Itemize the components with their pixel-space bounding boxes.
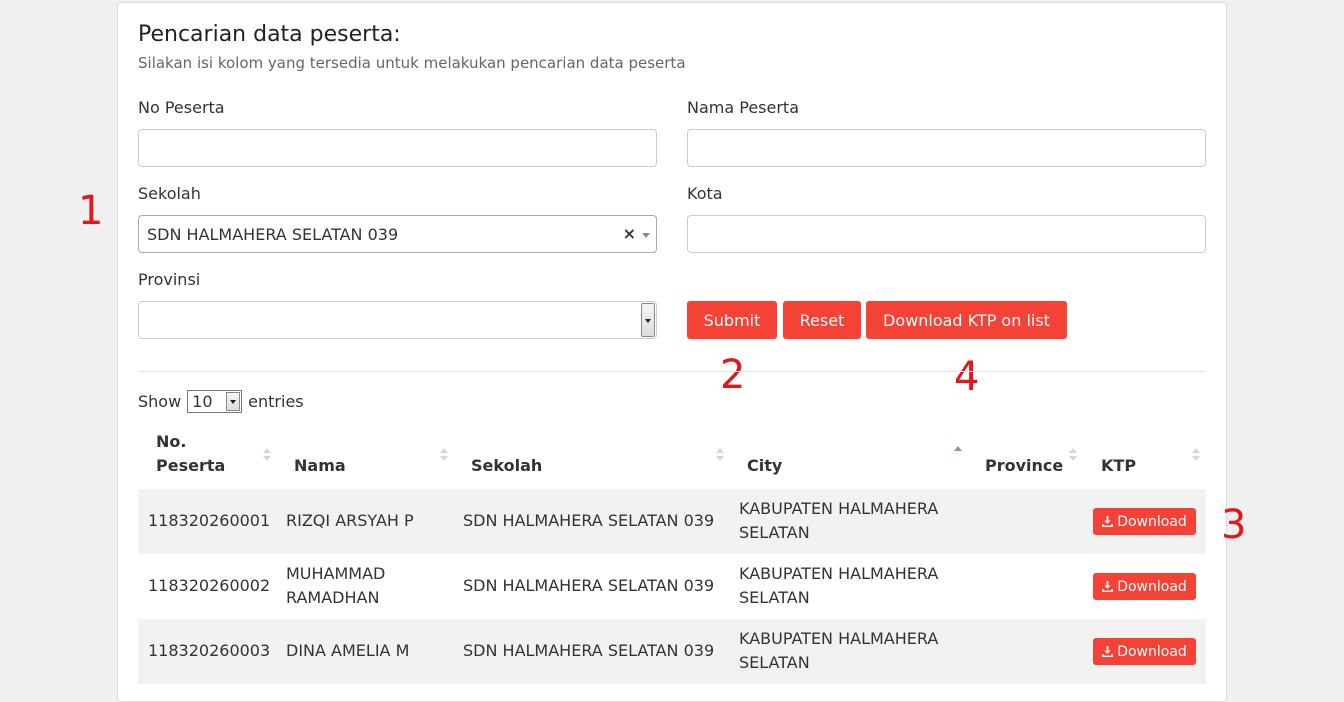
show-label: Show xyxy=(138,392,182,411)
cell-nama: RIZQI ARSYAH P xyxy=(286,511,414,530)
select-spinner-icon xyxy=(641,303,655,337)
annotation-2: 2 xyxy=(720,352,746,398)
clear-selection-icon[interactable]: × xyxy=(623,224,636,243)
entries-length-control: Show 10 entries xyxy=(138,390,304,413)
cell-city: KABUPATEN HALMAHERA SELATAN xyxy=(739,499,939,542)
download-ktp-button[interactable]: Download xyxy=(1093,573,1196,600)
download-icon xyxy=(1102,516,1114,527)
cell-no-peserta: 118320260002 xyxy=(148,576,271,595)
nama-peserta-input[interactable] xyxy=(687,129,1206,167)
download-ktp-button[interactable]: Download xyxy=(1093,508,1196,535)
nama-peserta-label: Nama Peserta xyxy=(687,98,800,117)
entries-length-select[interactable]: 10 xyxy=(187,390,243,413)
cell-city: KABUPATEN HALMAHERA SELATAN xyxy=(739,564,939,607)
download-ktp-button[interactable]: Download xyxy=(1093,638,1196,665)
annotation-1: 1 xyxy=(78,188,104,234)
no-peserta-label: No Peserta xyxy=(138,98,225,117)
kota-label: Kota xyxy=(687,184,723,203)
header-nama[interactable]: Nama xyxy=(294,454,346,478)
no-peserta-input[interactable] xyxy=(138,129,657,167)
header-province[interactable]: Province xyxy=(985,454,1063,478)
reset-button[interactable]: Reset xyxy=(783,301,861,339)
sekolah-selected-value: SDN HALMAHERA SELATAN 039 xyxy=(147,225,399,244)
sekolah-select[interactable]: SDN HALMAHERA SELATAN 039 × xyxy=(138,215,657,253)
select-spinner-icon xyxy=(226,392,241,411)
table-row: 118320260003 DINA AMELIA M SDN HALMAHERA… xyxy=(138,619,1206,684)
cell-sekolah: SDN HALMAHERA SELATAN 039 xyxy=(463,641,715,660)
cell-nama: MUHAMMAD RAMADHAN xyxy=(286,564,386,607)
kota-input[interactable] xyxy=(687,215,1206,253)
download-ktp-list-button[interactable]: Download KTP on list xyxy=(866,301,1067,339)
header-no-peserta[interactable]: No. Peserta xyxy=(156,430,225,478)
dropdown-arrow-icon xyxy=(642,233,650,238)
cell-sekolah: SDN HALMAHERA SELATAN 039 xyxy=(463,511,715,530)
sekolah-label: Sekolah xyxy=(138,184,201,203)
cell-sekolah: SDN HALMAHERA SELATAN 039 xyxy=(463,576,715,595)
entries-length-value: 10 xyxy=(192,392,213,411)
cell-city: KABUPATEN HALMAHERA SELATAN xyxy=(739,629,939,672)
header-sekolah[interactable]: Sekolah xyxy=(471,454,542,478)
table-row: 118320260001 RIZQI ARSYAH P SDN HALMAHER… xyxy=(138,489,1206,554)
table-row: 118320260002 MUHAMMAD RAMADHAN SDN HALMA… xyxy=(138,554,1206,619)
provinsi-select[interactable] xyxy=(138,301,657,339)
cell-no-peserta: 118320260003 xyxy=(148,641,271,660)
page-subtitle: Silakan isi kolom yang tersedia untuk me… xyxy=(138,54,686,72)
header-city[interactable]: City xyxy=(747,454,782,478)
download-icon xyxy=(1102,646,1114,657)
submit-button[interactable]: Submit xyxy=(687,301,777,339)
annotation-3: 3 xyxy=(1221,502,1247,548)
cell-nama: DINA AMELIA M xyxy=(286,641,410,660)
page-title: Pencarian data peserta: xyxy=(138,22,401,47)
entries-label: entries xyxy=(248,392,304,411)
provinsi-label: Provinsi xyxy=(138,270,201,289)
cell-no-peserta: 118320260001 xyxy=(148,511,271,530)
download-icon xyxy=(1102,581,1114,592)
section-divider xyxy=(138,371,1206,372)
annotation-4: 4 xyxy=(954,354,980,400)
header-ktp[interactable]: KTP xyxy=(1101,454,1136,478)
